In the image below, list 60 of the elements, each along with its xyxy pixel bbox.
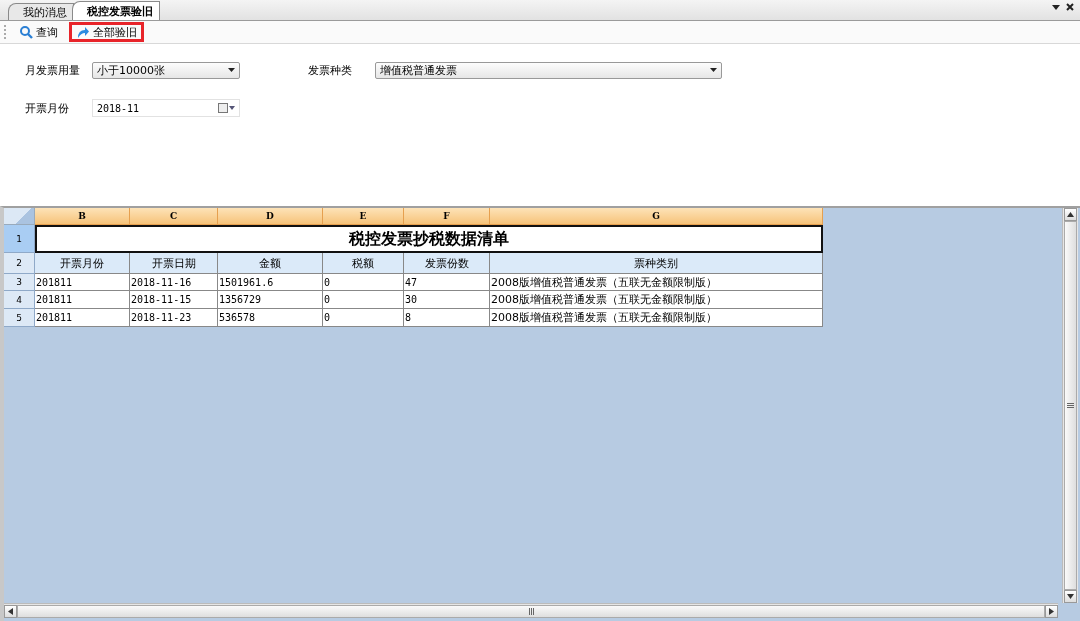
table-cell: 2008版增值税普通发票（五联无金额限制版） [490, 291, 823, 309]
row-header[interactable]: 3 [4, 274, 35, 291]
table-cell: 0 [323, 291, 404, 309]
table-cell: 2018-11-16 [130, 274, 218, 291]
row-header[interactable]: 2 [4, 253, 35, 274]
table-cell: 47 [404, 274, 490, 291]
table-cell: 2018-11-23 [130, 309, 218, 327]
table-cell: 1501961.6 [218, 274, 323, 291]
invoice-type-select[interactable]: 增值税普通发票 [375, 61, 722, 79]
row-header[interactable]: 1 [4, 225, 35, 253]
sheet-title: 税控发票抄税数据清单 [35, 225, 823, 253]
table-header-cell: 税额 [323, 253, 404, 274]
column-header[interactable]: B [35, 208, 130, 225]
field-label: 发票种类 [308, 62, 353, 78]
dropdown-icon[interactable] [1052, 4, 1060, 10]
caret-icon [228, 68, 235, 72]
toolbar-button[interactable]: 查询 [12, 22, 65, 42]
triangle-arrow-icon [1066, 210, 1075, 219]
horizontal-scrollbar[interactable] [4, 603, 1058, 618]
table-cell: 0 [323, 274, 404, 291]
table-cell: 201811 [35, 291, 130, 309]
tab[interactable]: 税控发票验旧 [72, 1, 160, 20]
table-cell: 1356729 [218, 291, 323, 309]
table-header-cell: 票种类别 [490, 253, 823, 274]
triangle-arrow-icon [1066, 592, 1075, 601]
column-header[interactable]: C [130, 208, 218, 225]
triangle-arrow-icon [6, 606, 15, 616]
table-header-cell: 开票日期 [130, 253, 218, 274]
calendar-icon[interactable] [218, 103, 235, 113]
table-cell: 201811 [35, 274, 130, 291]
table-header-cell: 开票月份 [35, 253, 130, 274]
tab[interactable]: 我的消息 [8, 3, 74, 20]
vertical-scrollbar[interactable] [1062, 208, 1078, 603]
table-header-cell: 金额 [218, 253, 323, 274]
column-header[interactable]: F [404, 208, 490, 225]
table-cell: 536578 [218, 309, 323, 327]
close-icon[interactable] [1066, 3, 1074, 11]
table-cell: 2018-11-15 [130, 291, 218, 309]
toolbar-button[interactable]: 全部验旧 [69, 22, 144, 42]
table-cell: 8 [404, 309, 490, 327]
curved-arrow-icon [76, 25, 90, 39]
search-icon [19, 25, 33, 39]
table-cell: 2008版增值税普通发票（五联无金额限制版） [490, 309, 823, 327]
field-label: 月发票用量 [25, 62, 81, 78]
column-header[interactable]: D [218, 208, 323, 225]
table-cell: 2008版增值税普通发票（五联无金额限制版） [490, 274, 823, 291]
caret-icon [710, 68, 717, 72]
column-header[interactable]: G [490, 208, 823, 225]
table-cell: 201811 [35, 309, 130, 327]
table-header-cell: 发票份数 [404, 253, 490, 274]
grip-icon [528, 607, 534, 615]
row-header[interactable]: 4 [4, 291, 35, 309]
table-cell: 0 [323, 309, 404, 327]
field-label: 开票月份 [25, 100, 70, 116]
usage-select[interactable]: 小于10000张 [92, 61, 240, 79]
date-field[interactable]: 2018-11 [92, 99, 240, 117]
table-cell: 30 [404, 291, 490, 309]
row-header[interactable]: 5 [4, 309, 35, 327]
grip-icon [1067, 403, 1074, 408]
column-header[interactable]: E [323, 208, 404, 225]
